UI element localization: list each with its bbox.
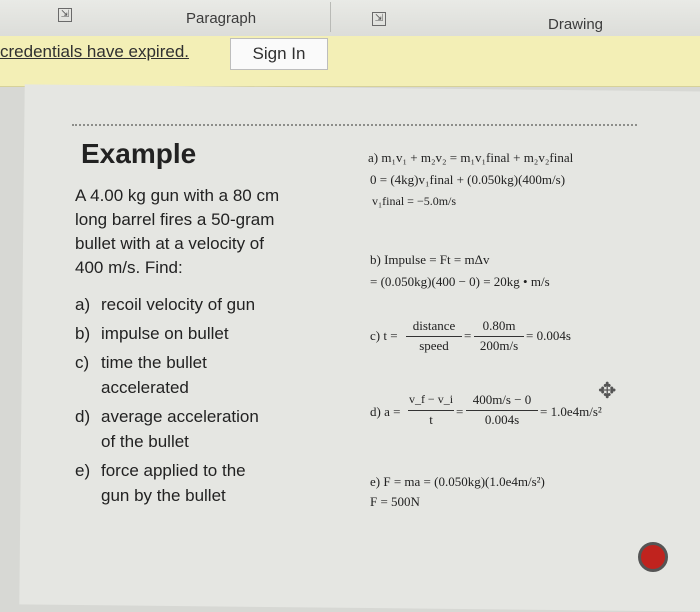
solution-b-line2: = (0.050kg)(400 − 0) = 20kg • m/s	[370, 274, 550, 289]
list-item: c) time the bullet accelerated	[75, 350, 375, 400]
solution-a-line2: 0 = (4kg)v₁final + (0.050kg)(400m/s)	[370, 172, 566, 187]
solution-c-result: = 0.004s	[526, 328, 571, 343]
ribbon: ⇲ Paragraph ⇲ Drawing	[0, 0, 700, 36]
list-item: b) impulse on bullet	[75, 321, 375, 346]
item-text: accelerated	[101, 378, 189, 397]
problem-line: long barrel fires a 50-gram	[75, 210, 275, 229]
sign-in-button[interactable]: Sign In	[230, 38, 328, 70]
fraction-bar	[474, 336, 524, 337]
item-letter: c)	[75, 353, 90, 372]
solution-c-prefix: c) t =	[370, 328, 398, 343]
solution-c-numerator: distance	[412, 318, 456, 333]
solution-e-line1: e) F = ma = (0.050kg)(1.0e4m/s²)	[370, 474, 545, 489]
solution-e-line2: F = 500N	[370, 494, 420, 509]
solution-a-line1: a) m₁v₁ + m₂v₂ = m₁v₁final + m₂v₂final	[368, 150, 574, 165]
problem-line: 400 m/s. Find:	[75, 258, 183, 277]
item-letter: e)	[75, 461, 91, 480]
drawing-dialog-launcher-icon[interactable]: ⇲	[372, 12, 386, 26]
move-cursor-icon: ✥	[598, 378, 617, 403]
drawing-group-label: Drawing	[548, 16, 604, 33]
solution-b-line1: b) Impulse = Ft = mΔv	[370, 252, 490, 267]
solution-d-numerator2: 400m/s − 0	[472, 392, 532, 407]
item-text: average acceleration	[101, 407, 259, 426]
paragraph-dialog-launcher-icon[interactable]: ⇲	[58, 8, 72, 22]
item-text: of the bullet	[101, 432, 189, 451]
problem-statement: A 4.00 kg gun with a 80 cm long barrel f…	[75, 184, 375, 280]
credentials-expired-text[interactable]: credentials have expired.	[0, 42, 189, 62]
problem-line: bullet with at a velocity of	[75, 234, 264, 253]
list-item: e) force applied to the gun by the bullet	[75, 458, 375, 508]
solution-d-result: = 1.0e4m/s²	[540, 404, 602, 419]
solution-d-prefix: d) a =	[370, 404, 401, 419]
problem-line: A 4.00 kg gun with a 80 cm	[75, 186, 280, 205]
item-letter: b)	[75, 324, 91, 343]
list-item: a) recoil velocity of gun	[75, 292, 375, 317]
item-text: force applied to the	[101, 461, 246, 480]
solution-d-denominator: t	[429, 412, 433, 427]
text-box-border	[72, 124, 637, 126]
solution-d-numerator: v_f − v_i	[408, 392, 454, 406]
item-text: gun by the bullet	[101, 486, 226, 505]
credentials-message-bar: credentials have expired. Sign In	[0, 36, 700, 87]
fraction-bar	[466, 410, 538, 411]
solution-d-denominator2: 0.004s	[484, 412, 520, 427]
solution-c-denominator: speed	[419, 338, 449, 353]
item-text: impulse on bullet	[101, 324, 229, 343]
solution-c-equals: =	[464, 328, 472, 343]
item-text: time the bullet	[101, 353, 207, 372]
question-list: a) recoil velocity of gun b) impulse on bu…	[75, 292, 375, 508]
solution-d-equals: =	[456, 404, 464, 419]
slide-title: Example	[81, 138, 197, 169]
ribbon-separator	[330, 2, 331, 32]
fraction-bar	[408, 410, 454, 411]
record-button-icon[interactable]	[638, 542, 668, 572]
list-item: d) average acceleration of the bullet	[75, 404, 375, 454]
solution-a-line3: v₁final = −5.0m/s	[372, 194, 457, 208]
item-letter: d)	[75, 407, 91, 426]
solution-c-numerator2: 0.80m	[482, 318, 516, 333]
paragraph-group-label: Paragraph	[186, 10, 257, 27]
fraction-bar	[406, 336, 462, 337]
problem-text-box[interactable]: Example A 4.00 kg gun with a 80 cm long …	[75, 138, 375, 512]
solution-c-denominator2: 200m/s	[479, 338, 519, 353]
item-text: recoil velocity of gun	[101, 295, 256, 314]
item-letter: a)	[75, 295, 91, 314]
